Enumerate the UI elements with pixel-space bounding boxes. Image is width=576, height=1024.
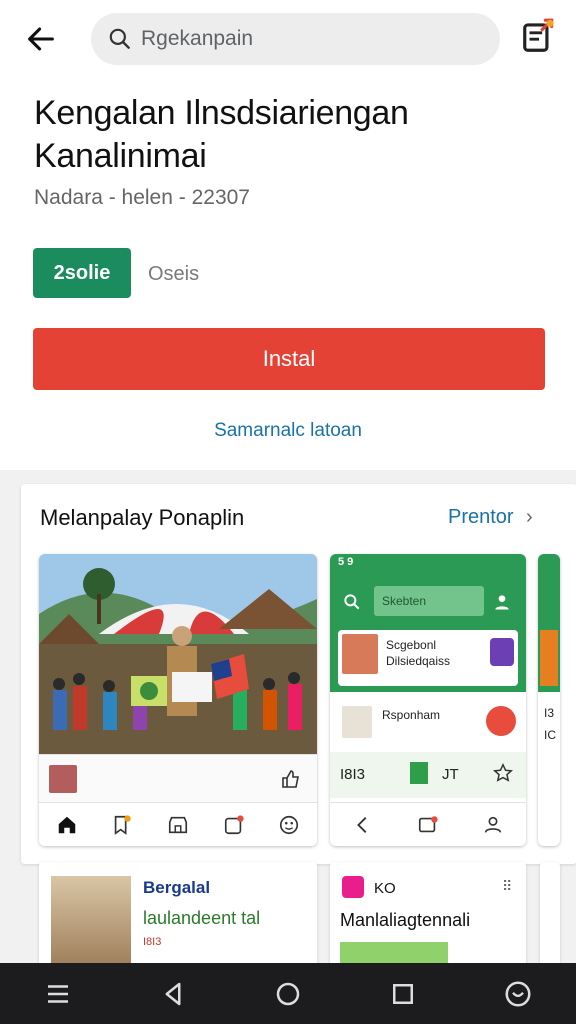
system-navigation-bar	[0, 963, 576, 1024]
person-photo	[51, 876, 131, 972]
screenshot-1-bottom-nav	[39, 802, 317, 846]
app-header-area	[0, 0, 576, 470]
search-icon	[344, 594, 360, 610]
assistant-icon[interactable]	[503, 979, 533, 1009]
status-bar-text: 5 9	[338, 556, 354, 568]
screenshot-2-list-item: Scgebonl Dilsiedqaiss	[338, 630, 518, 686]
more-options-icon[interactable]: ⠿	[502, 878, 512, 895]
thumbnail-avatar	[49, 765, 77, 793]
feature-card-subtitle: laulandeent tal	[143, 908, 261, 928]
more-info-link[interactable]: Samarnalc latoan	[0, 420, 576, 442]
chip-side-label: Oseis	[148, 263, 200, 285]
screenshot-1[interactable]	[39, 554, 317, 846]
search-icon	[109, 28, 130, 49]
festival-photo	[39, 554, 317, 754]
home-icon[interactable]	[56, 814, 78, 836]
thumbs-up-icon[interactable]	[279, 767, 303, 791]
screenshot-2-search: Skebten	[374, 586, 484, 616]
bookmark-icon[interactable]	[111, 814, 133, 836]
user-icon	[495, 595, 509, 610]
star-icon	[493, 763, 513, 782]
notification-icon[interactable]	[223, 814, 245, 836]
section-title: Melanpalay Ponaplin	[40, 505, 245, 530]
screenshot-1-toolbar	[39, 754, 317, 802]
screenshot-3-block	[540, 630, 558, 686]
screenshot-3-partial[interactable]: I3 IC	[538, 554, 560, 846]
feature-card-2[interactable]: KO ⠿ Manlaliagtennali	[330, 862, 526, 972]
item-badge-icon	[490, 638, 514, 666]
stat-value: I8I3	[340, 766, 366, 783]
screenshot-2[interactable]: 5 9 Skebten Scgebonl Dilsiedqaiss Rsponh…	[330, 554, 526, 846]
item-title: Scgebonl	[386, 638, 437, 652]
back-arrow-icon[interactable]	[24, 22, 58, 56]
feature-card-title: KO	[374, 880, 396, 897]
stat-chip-icon	[410, 762, 428, 784]
screenshot-2-stats-row: I8I3 JT	[330, 752, 526, 798]
screenshot-2-list-item-2: Rsponham	[330, 694, 526, 752]
item-thumbnail	[342, 634, 378, 674]
feature-card-tag: I8I3	[143, 936, 162, 948]
stat-label: JT	[442, 766, 459, 783]
record-icon	[486, 706, 516, 736]
share-icon[interactable]	[520, 16, 558, 56]
back-icon[interactable]	[352, 814, 374, 836]
app-logo-icon	[342, 876, 364, 898]
app-title: Kengalan Ilnsdsiariengan Kanalinimai	[34, 94, 409, 175]
profile-icon[interactable]	[278, 814, 300, 836]
search-bar[interactable]: Rgekanpain	[91, 13, 500, 65]
screenshot-3-text: I3	[544, 706, 555, 720]
install-button[interactable]: Instal	[33, 328, 545, 390]
back-triangle-icon[interactable]	[158, 979, 188, 1009]
feature-card-subtitle: Manlaliagtennali	[340, 910, 471, 930]
app-subtitle: Nadara - helen - 22307	[34, 186, 250, 209]
feature-card-1[interactable]: Bergalal laulandeent tal I8I3	[39, 862, 317, 972]
screenshot-2-bottom-nav	[330, 802, 526, 846]
menu-icon[interactable]	[43, 979, 73, 1009]
item-subtitle: Dilsiedqaiss	[386, 654, 451, 668]
chevron-right-icon[interactable]: ›	[526, 506, 533, 529]
recents-square-icon[interactable]	[388, 979, 418, 1009]
section-more-link[interactable]: Prentor	[448, 506, 514, 529]
item-thumbnail	[342, 706, 372, 738]
search-query: Rgekanpain	[141, 27, 254, 50]
feature-card-3-partial[interactable]	[540, 862, 560, 972]
feature-card-title: Bergalal	[143, 878, 211, 897]
store-icon[interactable]	[167, 814, 189, 836]
home-circle-icon[interactable]	[273, 979, 303, 1009]
message-icon[interactable]	[417, 814, 439, 836]
category-chip[interactable]: 2solie	[33, 248, 131, 298]
account-icon[interactable]	[482, 814, 504, 836]
screenshot-2-header: 5 9 Skebten Scgebonl Dilsiedqaiss	[330, 554, 526, 692]
screenshot-3-text-2: IC	[544, 728, 556, 742]
item-title: Rsponham	[382, 708, 441, 722]
